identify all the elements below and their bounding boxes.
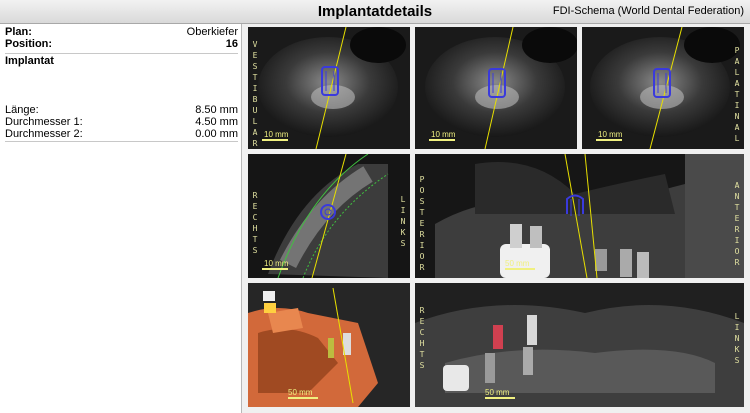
scale-bar xyxy=(288,397,318,399)
divider xyxy=(5,53,238,54)
cross-section-view-1[interactable]: VESTIBULAR 10 mm xyxy=(248,27,410,149)
scale-label: 10 mm xyxy=(264,130,289,139)
scale-bar xyxy=(505,268,535,270)
image-viewer: VESTIBULAR 10 mm 10 mm PALATINAL 10 mm R… xyxy=(242,24,750,413)
orientation-label-posterior: POSTERIOR xyxy=(419,175,425,272)
3d-model-image xyxy=(248,283,410,407)
window-header: Implantatdetails FDI-Schema (World Denta… xyxy=(0,0,750,24)
schema-label: FDI-Schema (World Dental Federation) xyxy=(552,5,744,17)
scale-bar xyxy=(262,139,288,141)
scale-label: 50 mm xyxy=(288,388,313,397)
orientation-label-palatinal: PALATINAL xyxy=(734,46,740,143)
scale-bar xyxy=(262,268,288,270)
orientation-label-links: LINKS xyxy=(400,195,406,248)
scale-bar xyxy=(429,139,455,141)
cross-section-view-2[interactable]: 10 mm xyxy=(415,27,577,149)
scale-label: 10 mm xyxy=(598,130,623,139)
orientation-label-anterior: ANTERIOR xyxy=(734,181,740,267)
panoramic-view[interactable]: RECHTS LINKS 50 mm xyxy=(415,283,744,407)
orientation-label-links: LINKS xyxy=(734,312,740,365)
position-value: 16 xyxy=(225,38,238,50)
orientation-label-vestibular: VESTIBULAR xyxy=(252,40,258,148)
scale-label: 10 mm xyxy=(264,259,289,268)
section-title: Implantat xyxy=(5,55,238,68)
diameter2-label: Durchmesser 2: xyxy=(5,128,83,140)
diameter2-row: Durchmesser 2: 0.00 mm xyxy=(5,128,238,141)
diameter2-value: 0.00 mm xyxy=(195,128,238,140)
ct-image xyxy=(415,154,744,278)
scale-label: 50 mm xyxy=(505,259,530,268)
cross-section-view-3[interactable]: PALATINAL 10 mm xyxy=(582,27,744,149)
orientation-label-rechts: RECHTS xyxy=(419,306,425,370)
scale-bar xyxy=(485,397,515,399)
implant-info-panel: Plan: Oberkiefer Position: 16 Implantat … xyxy=(0,24,242,413)
scale-label: 10 mm xyxy=(431,130,456,139)
orientation-label-rechts: RECHTS xyxy=(252,191,258,255)
scale-bar xyxy=(596,139,622,141)
position-row: Position: 16 xyxy=(5,38,238,51)
position-label: Position: xyxy=(5,38,53,50)
3d-render-view[interactable]: 50 mm xyxy=(248,283,410,407)
axial-view[interactable]: RECHTS LINKS 10 mm xyxy=(248,154,410,278)
divider xyxy=(5,141,238,142)
panoramic-detail-view[interactable]: POSTERIOR ANTERIOR 50 mm xyxy=(415,154,744,278)
implant-section-label: Implantat xyxy=(5,55,54,67)
ct-image xyxy=(415,283,744,407)
scale-label: 50 mm xyxy=(485,388,510,397)
